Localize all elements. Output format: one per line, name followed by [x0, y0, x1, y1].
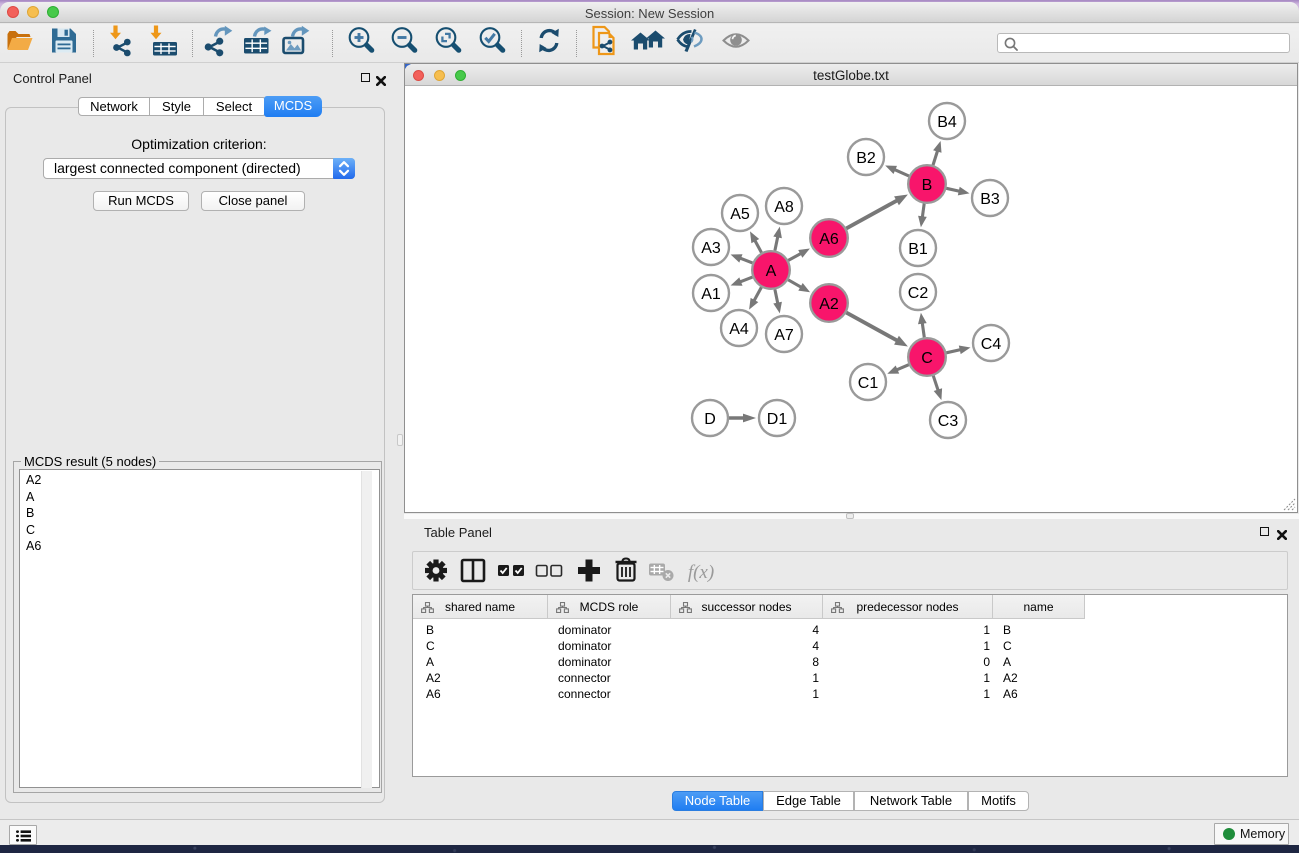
svg-text:D: D: [704, 411, 716, 428]
svg-text:C3: C3: [938, 413, 959, 430]
svg-text:A7: A7: [774, 327, 794, 344]
svg-text:C4: C4: [981, 336, 1002, 353]
svg-text:C: C: [921, 350, 933, 367]
svg-text:D1: D1: [767, 411, 788, 428]
svg-text:B1: B1: [908, 241, 928, 258]
svg-text:A8: A8: [774, 199, 794, 216]
svg-text:B: B: [922, 177, 933, 194]
svg-text:A1: A1: [701, 286, 721, 303]
svg-text:A3: A3: [701, 240, 721, 257]
svg-text:A2: A2: [819, 296, 839, 313]
svg-text:B4: B4: [937, 114, 957, 131]
svg-text:A5: A5: [730, 206, 750, 223]
svg-text:A: A: [766, 263, 777, 280]
svg-text:B3: B3: [980, 191, 1000, 208]
svg-text:A6: A6: [819, 231, 839, 248]
svg-text:C2: C2: [908, 285, 929, 302]
svg-text:B2: B2: [856, 150, 876, 167]
svg-text:A4: A4: [729, 321, 749, 338]
svg-text:C1: C1: [858, 375, 879, 392]
